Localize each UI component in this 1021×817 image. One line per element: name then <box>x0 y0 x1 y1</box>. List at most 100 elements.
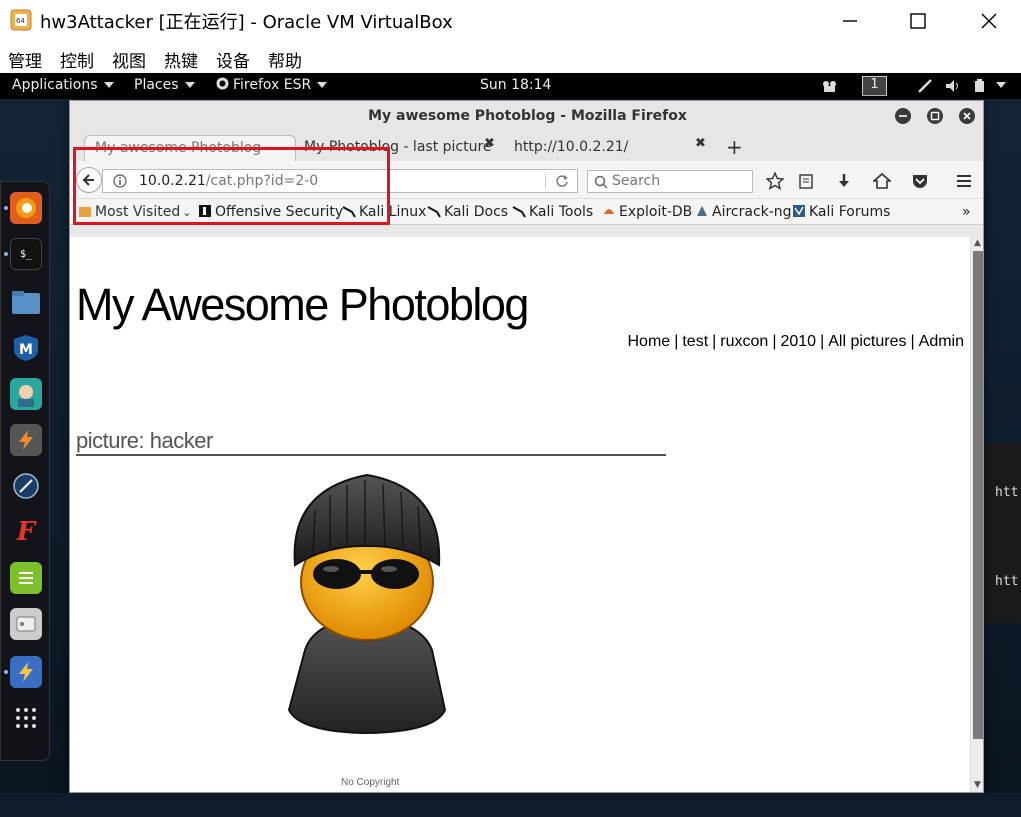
bookmark-kali-tools[interactable]: Kali Tools <box>512 204 593 220</box>
ff-minimize-button[interactable] <box>895 108 911 124</box>
tab-close-icon[interactable]: ✖ <box>484 136 495 151</box>
firefox-app-menu[interactable]: Firefox ESR <box>216 77 328 93</box>
nav-link-test[interactable]: test <box>682 333 708 350</box>
power-icon[interactable] <box>972 78 988 94</box>
running-indicator <box>4 670 8 674</box>
close-icon <box>981 13 997 29</box>
nav-link-2010[interactable]: 2010 <box>780 333 816 350</box>
search-input[interactable]: Search <box>587 170 753 193</box>
scroll-down-icon[interactable]: ▼ <box>974 780 981 790</box>
svg-text:64: 64 <box>16 17 25 25</box>
hamburger-menu-button[interactable] <box>954 171 974 191</box>
menu-control[interactable]: 控制 <box>60 47 94 72</box>
volume-icon[interactable] <box>944 78 962 94</box>
burpsuite-icon[interactable] <box>10 424 42 456</box>
menu-hotkeys[interactable]: 热键 <box>164 47 198 72</box>
menu-devices[interactable]: 设备 <box>216 47 250 72</box>
faraday-icon[interactable]: F <box>10 516 42 548</box>
nav-separator: | <box>772 333 777 350</box>
running-indicator <box>4 252 8 256</box>
maltego-icon[interactable] <box>10 470 42 502</box>
scrollbar-thumb[interactable] <box>973 251 983 739</box>
nav-separator: | <box>674 333 679 350</box>
leafpad-icon[interactable] <box>10 562 42 594</box>
armitage-icon[interactable] <box>10 378 42 410</box>
kali-dragon-icon <box>427 206 441 218</box>
bookmark-label: Kali Tools <box>529 204 594 220</box>
faraday-f-glyph: F <box>16 517 36 547</box>
background-terminal[interactable]: htt htt <box>983 443 1021 623</box>
bookmark-star-button[interactable] <box>765 171 785 191</box>
chevron-down-icon <box>996 82 1006 88</box>
desktop-bottom-area <box>0 793 1021 817</box>
applications-menu[interactable]: Applications <box>12 77 114 93</box>
ff-maximize-button[interactable] <box>927 108 943 124</box>
bookmark-kali-docs[interactable]: Kali Docs <box>427 204 508 220</box>
system-menu-caret[interactable] <box>990 77 1006 93</box>
places-label: Places <box>134 77 179 93</box>
firefox-app-label: Firefox ESR <box>233 77 312 93</box>
app-grid-icon <box>16 708 36 728</box>
armitage-face-icon <box>18 385 34 407</box>
files-icon[interactable] <box>10 286 42 318</box>
new-tab-button[interactable]: + <box>726 135 743 159</box>
menu-help[interactable]: 帮助 <box>268 47 302 72</box>
reading-list-button[interactable] <box>796 171 816 191</box>
menu-manage[interactable]: 管理 <box>8 47 42 72</box>
scroll-up-icon[interactable]: ▲ <box>974 238 981 248</box>
firefox-icon[interactable] <box>10 192 42 224</box>
nav-link-admin[interactable]: Admin <box>919 333 964 350</box>
zaproxy-icon[interactable] <box>10 656 42 688</box>
menu-view[interactable]: 视图 <box>112 47 146 72</box>
maximize-button[interactable] <box>898 6 938 36</box>
nav-separator: | <box>910 333 915 350</box>
bookmark-aircrack-ng[interactable]: Aircrack-ng <box>695 204 792 220</box>
url-divider <box>545 173 546 189</box>
star-icon <box>766 172 784 190</box>
bookmark-kali-forums[interactable]: Kali Forums <box>792 204 890 220</box>
disk-utility-icon <box>16 616 36 632</box>
reload-icon[interactable] <box>555 174 569 188</box>
nav-link-all-pictures[interactable]: All pictures <box>828 333 906 350</box>
pocket-button[interactable] <box>910 171 930 191</box>
tab-close-icon[interactable]: ✖ <box>695 136 706 151</box>
close-button[interactable] <box>969 6 1009 36</box>
minimize-button[interactable] <box>830 6 870 36</box>
terminal-prompt-glyph: $_ <box>19 248 33 260</box>
exploit-db-icon <box>604 209 614 214</box>
dock: $_ M F <box>0 181 50 761</box>
download-arrow-icon <box>839 174 849 187</box>
ff-close-button[interactable] <box>959 108 975 124</box>
burp-bolt-icon <box>19 430 33 450</box>
pen-icon[interactable] <box>917 78 933 94</box>
maltego-glyph-icon <box>13 473 39 499</box>
maximize-icon <box>910 13 926 29</box>
notepad-lines-icon <box>19 572 33 584</box>
home-button[interactable] <box>872 171 892 191</box>
url-highlight-annotation <box>73 147 390 225</box>
nav-link-home[interactable]: Home <box>628 333 671 350</box>
firefox-glyph-icon <box>16 198 36 218</box>
video-capture-icon[interactable] <box>821 79 839 93</box>
chevron-down-icon <box>317 82 328 88</box>
cutycapt-icon[interactable] <box>10 608 42 640</box>
nav-link-ruxcon[interactable]: ruxcon <box>720 333 768 350</box>
tab-ip-address[interactable]: http://10.0.2.21/ <box>504 135 694 161</box>
downloads-button[interactable] <box>834 171 854 191</box>
maximize-icon <box>930 111 940 121</box>
show-apps-icon[interactable] <box>10 702 42 734</box>
workspace-indicator[interactable]: 1 <box>862 76 887 96</box>
firefox-window-title: My awesome Photoblog - Mozilla Firefox <box>368 108 687 124</box>
bookmark-exploit-db[interactable]: Exploit-DB <box>602 204 692 220</box>
metasploit-icon[interactable]: M <box>10 332 42 364</box>
page-scrollbar[interactable]: ▲ ▼ <box>970 237 983 792</box>
home-icon <box>873 172 891 189</box>
zap-bolt-icon <box>19 662 33 682</box>
places-menu[interactable]: Places <box>134 77 195 93</box>
site-navigation: Home | test | ruxcon | 2010 | All pictures | Admin <box>628 333 965 351</box>
bookmarks-overflow-button[interactable]: » <box>962 204 971 220</box>
hacker-picture <box>287 473 447 735</box>
clock[interactable]: Sun 18:14 <box>480 77 551 93</box>
web-page-content: My Awesome Photoblog Home | test | ruxcon | 20… <box>70 237 970 792</box>
terminal-icon[interactable]: $_ <box>10 238 42 270</box>
